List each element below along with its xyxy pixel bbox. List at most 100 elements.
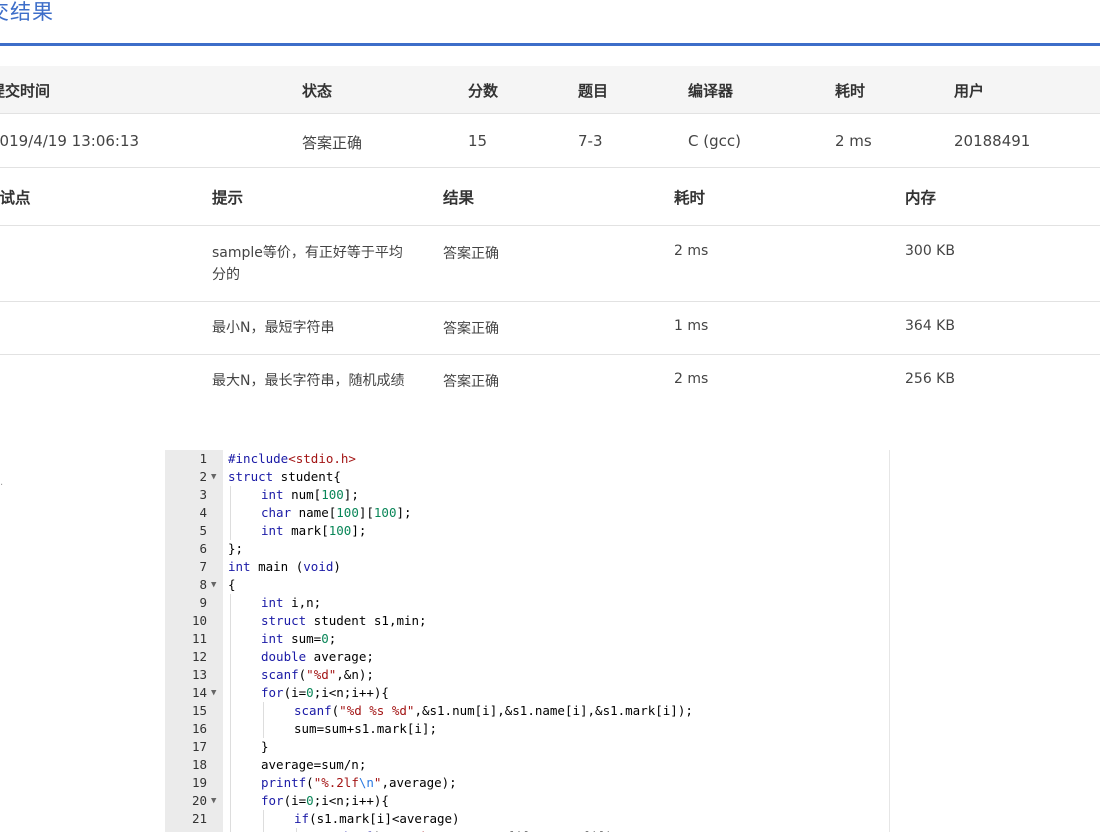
header-case-id: 测试点 bbox=[0, 189, 31, 207]
case-memory: 256 KB bbox=[905, 371, 955, 387]
indent-guide bbox=[263, 702, 264, 720]
indent-guide bbox=[230, 612, 231, 630]
title-divider bbox=[0, 43, 1100, 46]
case-memory: 300 KB bbox=[905, 243, 955, 259]
fold-arrow-icon[interactable]: ▼ bbox=[211, 792, 216, 810]
collapsed-marker: · bbox=[0, 480, 4, 491]
header-submit-time: 提交时间 bbox=[0, 82, 51, 100]
code-text: double average; bbox=[261, 649, 374, 664]
code-line: 10 struct student s1,min; bbox=[165, 612, 889, 630]
code-line: 14 ▼ for(i=0;i<n;i++){ bbox=[165, 684, 889, 702]
line-number: 14 bbox=[191, 685, 207, 700]
header-elapsed: 耗时 bbox=[835, 82, 866, 100]
line-number: 5 bbox=[199, 523, 207, 538]
code-text: int mark[100]; bbox=[261, 523, 367, 538]
line-number: 3 bbox=[199, 487, 207, 502]
indent-guide bbox=[230, 486, 231, 504]
header-result: 结果 bbox=[443, 189, 475, 207]
code-line: 3 int num[100]; bbox=[165, 486, 889, 504]
line-number: 17 bbox=[191, 739, 207, 754]
submission-table-header: 提交时间 状态 分数 题目 编译器 耗时 用户 bbox=[0, 66, 1100, 114]
code-text: for(i=0;i<n;i++){ bbox=[261, 793, 389, 808]
header-hint: 提示 bbox=[212, 189, 244, 207]
table-row: 最大N，最长字符串，随机成绩 答案正确 2 ms 256 KB bbox=[0, 355, 1100, 425]
case-hint: sample等价，有正好等于平均分的 bbox=[212, 245, 403, 283]
problem-link[interactable]: 7-3 bbox=[578, 132, 603, 150]
line-number: 13 bbox=[191, 667, 207, 682]
code-text: struct student{ bbox=[228, 469, 341, 484]
code-text: if(s1.mark[i]<average) bbox=[294, 811, 460, 826]
code-line: 1 #include<stdio.h> bbox=[165, 450, 889, 468]
line-number: 20 bbox=[191, 793, 207, 808]
indent-guide bbox=[263, 810, 264, 828]
header-compiler: 编译器 bbox=[688, 82, 734, 100]
indent-guide bbox=[230, 792, 231, 810]
indent-guide bbox=[230, 828, 231, 832]
indent-guide bbox=[263, 720, 264, 738]
indent-guide bbox=[230, 504, 231, 522]
indent-guide bbox=[230, 702, 231, 720]
fold-arrow-icon[interactable]: ▼ bbox=[211, 576, 216, 594]
code-line: 12 double average; bbox=[165, 648, 889, 666]
code-line: 8 ▼ { bbox=[165, 576, 889, 594]
code-line: 7 int main (void) bbox=[165, 558, 889, 576]
code-text: int i,n; bbox=[261, 595, 322, 610]
table-row: sample等价，有正好等于平均分的 答案正确 2 ms 300 KB bbox=[0, 227, 1100, 302]
table-row: 最小N，最短字符串 答案正确 1 ms 364 KB bbox=[0, 302, 1100, 355]
code-line: 15 scanf("%d %s %d",&s1.num[i],&s1.name[i… bbox=[165, 702, 889, 720]
indent-guide bbox=[230, 630, 231, 648]
case-result: 答案正确 bbox=[443, 374, 499, 390]
case-time: 2 ms bbox=[674, 243, 709, 259]
code-text: printf("%s %d\n",s1.name[i],s1.num[i]); bbox=[327, 828, 621, 832]
elapsed-value: 2 ms bbox=[835, 132, 872, 150]
header-problem: 题目 bbox=[578, 82, 609, 100]
code-line: 22 printf("%s %d\n",s1.name[i],s1.num[i])… bbox=[165, 828, 889, 832]
code-line: 6}; bbox=[165, 540, 889, 558]
line-number: 15 bbox=[191, 703, 207, 718]
indent-guide bbox=[230, 738, 231, 756]
code-line: 16 sum=sum+s1.mark[i]; bbox=[165, 720, 889, 738]
line-number: 19 bbox=[191, 775, 207, 790]
score-value: 15 bbox=[468, 132, 488, 150]
line-number: 4 bbox=[199, 505, 207, 520]
code-line: 21 if(s1.mark[i]<average) bbox=[165, 810, 889, 828]
code-text: scanf("%d",&n); bbox=[261, 667, 374, 682]
line-number: 12 bbox=[191, 649, 207, 664]
line-number: 21 bbox=[191, 811, 207, 826]
line-number: 10 bbox=[191, 613, 207, 628]
indent-guide bbox=[230, 648, 231, 666]
code-text: scanf("%d %s %d",&s1.num[i],&s1.name[i],… bbox=[294, 703, 693, 718]
case-memory: 364 KB bbox=[905, 318, 955, 334]
compiler-value: C (gcc) bbox=[688, 132, 741, 150]
code-text: int num[100]; bbox=[261, 487, 359, 502]
indent-guide bbox=[296, 828, 297, 832]
line-number: 1 bbox=[199, 451, 207, 466]
code-line: 4 char name[100][100]; bbox=[165, 504, 889, 522]
status-badge: 答案正确 bbox=[302, 134, 363, 152]
header-case-time: 耗时 bbox=[674, 189, 706, 207]
line-number: 7 bbox=[199, 559, 207, 574]
code-text: { bbox=[228, 577, 236, 592]
fold-arrow-icon[interactable]: ▼ bbox=[211, 684, 216, 702]
indent-guide bbox=[230, 810, 231, 828]
header-status: 状态 bbox=[302, 82, 333, 100]
code-viewer[interactable]: 1 #include<stdio.h> 2 ▼ struct student{3 int … bbox=[165, 450, 890, 832]
code-text: printf("%.2lf\n",average); bbox=[261, 775, 457, 790]
case-hint: 最大N，最长字符串，随机成绩 bbox=[212, 373, 405, 389]
code-line: 20 ▼ for(i=0;i<n;i++){ bbox=[165, 792, 889, 810]
case-time: 2 ms bbox=[674, 371, 709, 387]
indent-guide bbox=[230, 720, 231, 738]
case-result: 答案正确 bbox=[443, 246, 499, 262]
line-number: 9 bbox=[199, 595, 207, 610]
code-line: 17} bbox=[165, 738, 889, 756]
line-number: 11 bbox=[191, 631, 207, 646]
code-text: #include<stdio.h> bbox=[228, 451, 356, 466]
header-memory: 内存 bbox=[905, 189, 937, 207]
code-line: 9 int i,n; bbox=[165, 594, 889, 612]
cases-table-header: 测试点 提示 结果 耗时 内存 bbox=[0, 168, 1100, 226]
code-text: int sum=0; bbox=[261, 631, 337, 646]
fold-arrow-icon[interactable]: ▼ bbox=[211, 468, 216, 486]
code-text: sum=sum+s1.mark[i]; bbox=[294, 721, 437, 736]
indent-guide bbox=[230, 522, 231, 540]
case-hint: 最小N，最短字符串 bbox=[212, 320, 335, 336]
